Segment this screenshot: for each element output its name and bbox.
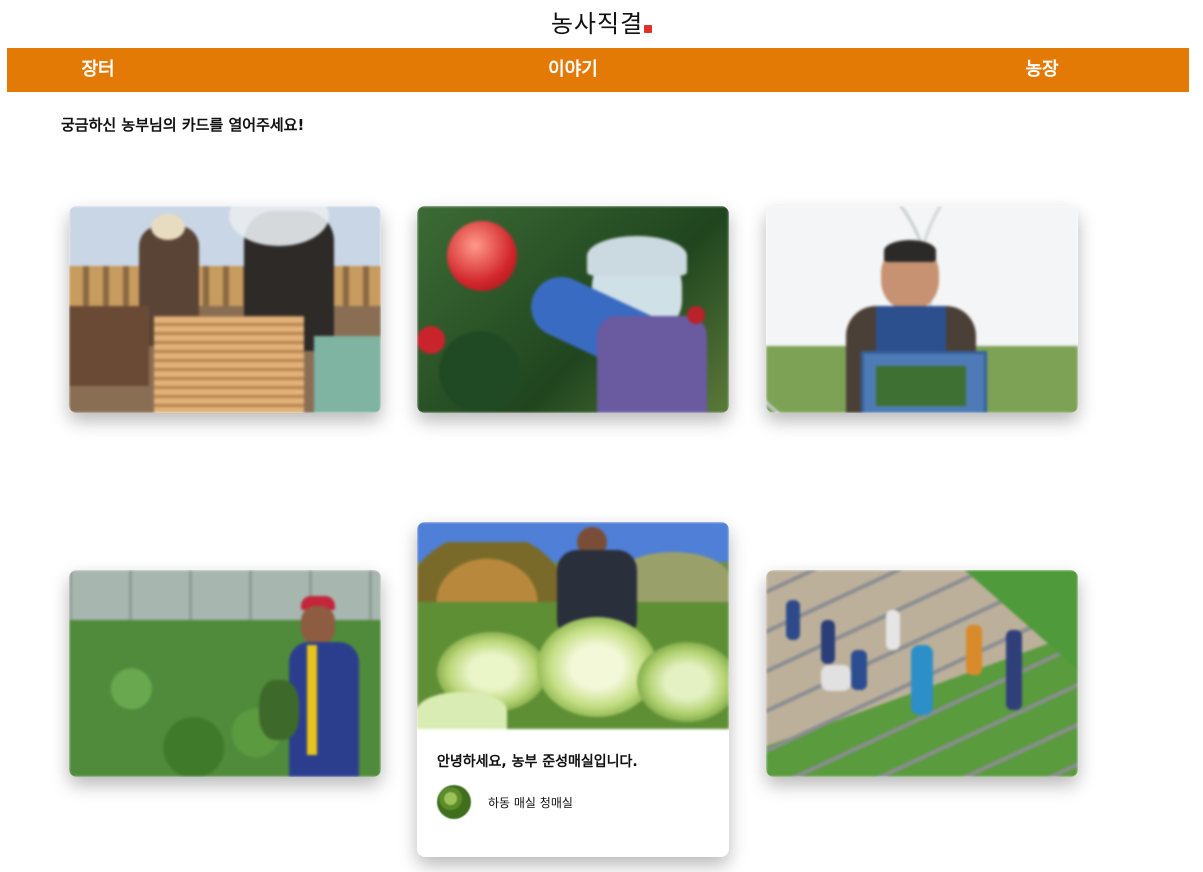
- farmer-card[interactable]: [766, 206, 1078, 413]
- farm-name: 하동 매실 청매실: [488, 795, 573, 810]
- farmer-card-expanded[interactable]: 안녕하세요, 농부 준성매실입니다. 하동 매실 청매실: [417, 522, 729, 857]
- card-title: 안녕하세요, 농부 준성매실입니다.: [437, 754, 638, 770]
- nav-item-market[interactable]: 장터: [81, 48, 114, 92]
- main-nav: 장터 이야기 농장: [7, 48, 1189, 92]
- card-photo: [69, 206, 381, 413]
- farmer-card[interactable]: [69, 570, 381, 777]
- farmer-card[interactable]: [766, 570, 1078, 777]
- card-photo: [766, 570, 1078, 777]
- card-photo: [417, 206, 729, 413]
- card-body: 안녕하세요, 농부 준성매실입니다. 하동 매실 청매실: [417, 729, 729, 857]
- card-photo: [766, 206, 1078, 413]
- farmer-card[interactable]: [417, 206, 729, 413]
- farm-avatar: [437, 785, 471, 819]
- page-prompt: 궁금하신 농부님의 카드를 열어주세요!: [61, 116, 305, 134]
- nav-item-story[interactable]: 이야기: [548, 48, 598, 92]
- site-logo[interactable]: 농사직결: [0, 4, 1203, 39]
- logo-text: 농사직결: [550, 10, 644, 38]
- logo-stamp-icon: [644, 25, 653, 33]
- nav-item-farm[interactable]: 농장: [1025, 48, 1058, 92]
- farmer-card[interactable]: [69, 206, 381, 413]
- card-photo: [69, 570, 381, 777]
- farm-info: 하동 매실 청매실: [437, 785, 709, 819]
- card-photo: [417, 522, 729, 729]
